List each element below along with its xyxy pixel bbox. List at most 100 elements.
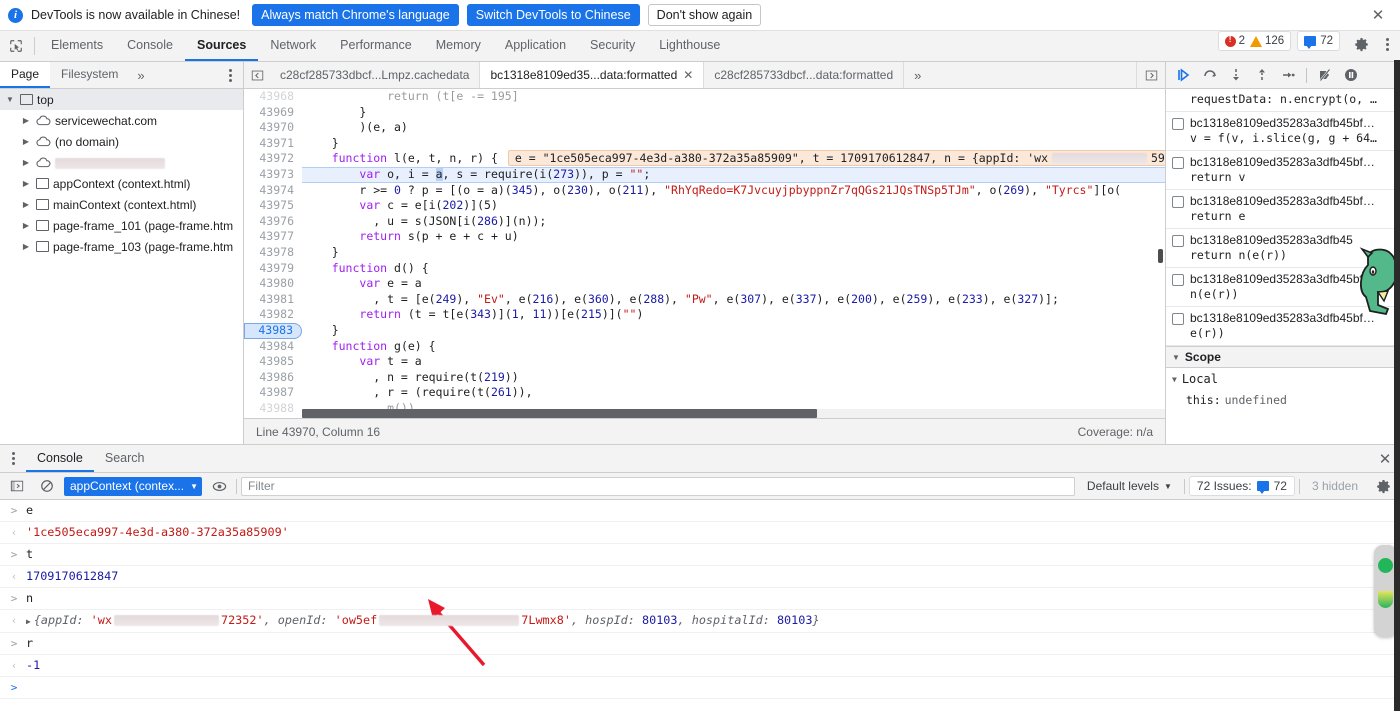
code-line[interactable]: 43986 , n = require(t(219)) [244, 369, 1165, 386]
horizontal-scrollbar-thumb[interactable] [302, 409, 817, 418]
breakpoint-checkbox[interactable] [1172, 313, 1184, 325]
tab-security[interactable]: Security [578, 31, 647, 61]
drawer-options-icon[interactable] [0, 445, 26, 472]
code-line[interactable]: 43974 r >= 0 ? p = [(o = a)(345), o(230)… [244, 182, 1165, 199]
console-message[interactable]: ‹ ▶ {appId: 'wx 72352', openId: 'ow5ef 7Lwmx… [0, 610, 1400, 633]
line-number[interactable]: 43981 [244, 291, 302, 308]
source-tab[interactable]: c28cf285733dbcf...data:formatted [704, 62, 905, 88]
breakpoint-item[interactable]: bc1318e8109ed35283a3dfb45bf… return v [1166, 151, 1400, 190]
close-icon[interactable]: ✕ [1368, 5, 1388, 25]
code-line[interactable]: 43973 var o, i = a, s = require(i(273)),… [244, 166, 1165, 183]
line-number[interactable]: 43987 [244, 385, 302, 401]
console-messages[interactable]: > e ‹ '1ce505eca997-4e3d-a380-372a35a85909'… [0, 500, 1400, 711]
gear-icon[interactable] [1348, 31, 1374, 57]
resume-script-icon[interactable] [1172, 64, 1196, 86]
code-line[interactable]: 43987 , r = (require(t(261)), [244, 385, 1165, 401]
line-number[interactable]: 43979 [244, 260, 302, 277]
code-line[interactable]: 43980 var e = a [244, 276, 1165, 292]
inspect-element-icon[interactable] [2, 31, 30, 61]
code-line[interactable]: 43976 , u = s(JSON[i(286)](n)); [244, 213, 1165, 230]
tree-item[interactable]: ▼ top [0, 89, 243, 110]
tree-item[interactable]: ▶ page-frame_103 (page-frame.htm [0, 236, 243, 257]
local-scope-header[interactable]: ▼ Local [1166, 368, 1400, 390]
navigator-more-icon[interactable]: » [129, 62, 152, 88]
tree-item[interactable]: ▶ (no domain) [0, 131, 243, 152]
issue-counters[interactable]: 2 126 [1217, 31, 1292, 51]
scope-row-this[interactable]: this: undefined [1166, 390, 1400, 409]
tree-item[interactable]: ▶ mainContext (context.html) [0, 194, 243, 215]
console-message[interactable]: > t [0, 544, 1400, 566]
scroll-tabs-right-icon[interactable] [1137, 62, 1165, 88]
code-line[interactable]: 43984 function g(e) { [244, 338, 1165, 355]
breakpoint-item[interactable]: bc1318e8109ed35283a3dfb45bf… return e [1166, 190, 1400, 229]
tab-console[interactable]: Console [115, 31, 185, 61]
breakpoint-item[interactable]: bc1318e8109ed35283a3dfb45bf… v = f(v, i.s… [1166, 112, 1400, 151]
code-line[interactable]: 43981 , t = [e(249), "Ev", e(216), e(360… [244, 291, 1165, 308]
deactivate-breakpoints-icon[interactable] [1313, 64, 1337, 86]
more-options-icon[interactable] [1374, 31, 1400, 57]
console-message[interactable]: ‹ '1ce505eca997-4e3d-a380-372a35a85909' [0, 522, 1400, 544]
line-number[interactable]: 43972 [244, 151, 302, 167]
code-line[interactable]: 43975 var c = e[i(202)](5) [244, 198, 1165, 214]
breakpoint-checkbox[interactable] [1172, 196, 1184, 208]
scroll-tabs-left-icon[interactable] [244, 62, 270, 88]
step-out-icon[interactable] [1250, 64, 1274, 86]
line-number[interactable]: 43988 [244, 400, 302, 417]
scope-section-header[interactable]: ▼ Scope [1166, 346, 1400, 368]
drawer-tab-console[interactable]: Console [26, 445, 94, 472]
tree-item[interactable]: ▶ [0, 152, 243, 173]
code-line[interactable]: 43970 )(e, a) [244, 120, 1165, 136]
console-message[interactable]: > [0, 677, 1400, 699]
line-number[interactable]: 43985 [244, 354, 302, 370]
message-counter[interactable]: 72 [1297, 31, 1340, 51]
expand-object-icon[interactable]: ▶ [26, 617, 31, 626]
horizontal-scrollbar[interactable] [302, 409, 1165, 418]
line-number[interactable]: 43976 [244, 213, 302, 230]
code-line[interactable]: 43982 return (t = t[e(343)](1, 11))[e(21… [244, 307, 1165, 323]
step-icon[interactable] [1276, 64, 1300, 86]
tree-item[interactable]: ▶ appContext (context.html) [0, 173, 243, 194]
source-tab[interactable]: bc1318e8109ed35...data:formatted ✕ [480, 62, 705, 88]
console-message[interactable]: > n [0, 588, 1400, 610]
breakpoint-checkbox[interactable] [1172, 157, 1184, 169]
code-line[interactable]: 43983 } [244, 322, 1165, 339]
code-line[interactable]: 43978 } [244, 244, 1165, 261]
console-message[interactable]: > r [0, 633, 1400, 655]
tab-elements[interactable]: Elements [39, 31, 115, 61]
console-message[interactable]: ‹ -1 [0, 655, 1400, 677]
log-levels-dropdown[interactable]: Default levels ▼ [1079, 479, 1180, 493]
console-settings-gear-icon[interactable] [1370, 473, 1396, 499]
dont-show-again-button[interactable]: Don't show again [647, 4, 762, 26]
pause-on-exceptions-icon[interactable] [1339, 64, 1363, 86]
switch-devtools-language-button[interactable]: Switch DevTools to Chinese [466, 4, 640, 26]
code-line[interactable]: 43968 return (t[e -= 195] [244, 89, 1165, 105]
line-number[interactable]: 43968 [244, 89, 302, 105]
line-number[interactable]: 43975 [244, 198, 302, 214]
source-tab[interactable]: c28cf285733dbcf...Lmpz.cachedata [270, 62, 481, 88]
tree-item[interactable]: ▶ servicewechat.com [0, 110, 243, 131]
tab-sources[interactable]: Sources [184, 31, 259, 61]
live-expression-icon[interactable] [206, 473, 232, 499]
navigator-tab-filesystem[interactable]: Filesystem [50, 62, 129, 88]
line-number[interactable]: 43984 [244, 338, 302, 355]
code-line[interactable]: 43971 } [244, 135, 1165, 152]
step-over-icon[interactable] [1198, 64, 1222, 86]
source-tabs-more-icon[interactable]: » [904, 62, 931, 88]
line-number[interactable]: 43980 [244, 276, 302, 292]
always-match-language-button[interactable]: Always match Chrome's language [252, 4, 459, 26]
navigator-tab-page[interactable]: Page [0, 62, 51, 88]
code-line[interactable]: 43972 function l(e, t, n, r) {e = "1ce50… [244, 150, 1165, 167]
tab-network[interactable]: Network [258, 31, 328, 61]
line-number[interactable]: 43982 [244, 307, 302, 323]
line-number[interactable]: 43978 [244, 244, 302, 261]
console-sidebar-icon[interactable] [4, 473, 30, 499]
tab-performance[interactable]: Performance [328, 31, 424, 61]
navigator-options-icon[interactable] [217, 62, 243, 88]
line-number[interactable]: 43971 [244, 135, 302, 152]
code-line[interactable]: 43977 return s(p + e + c + u) [244, 229, 1165, 245]
tree-item[interactable]: ▶ page-frame_101 (page-frame.htm [0, 215, 243, 236]
line-number[interactable]: 43977 [244, 229, 302, 245]
breakpoint-marker[interactable]: 43983 [244, 322, 302, 339]
line-number[interactable]: 43974 [244, 182, 302, 199]
code-line[interactable]: 43969 } [244, 104, 1165, 121]
